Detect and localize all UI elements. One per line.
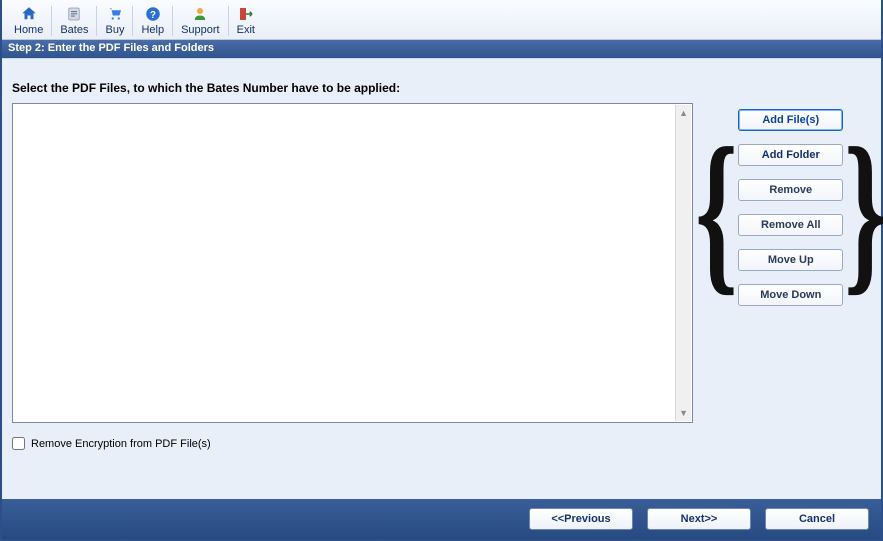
content-area: Select the PDF Files, to which the Bates… (2, 58, 881, 499)
help-label: Help (141, 24, 164, 36)
main-row: ▲ ▼ { Add File(s) Add Folder Remove Remo… (12, 103, 869, 423)
move-up-button[interactable]: Move Up (738, 249, 843, 271)
side-button-column: Add File(s) Add Folder Remove Remove All… (738, 103, 843, 312)
buy-icon (106, 5, 124, 23)
buy-button[interactable]: Buy (99, 3, 130, 39)
right-brace-icon: } (844, 101, 883, 321)
scroll-up-arrow-icon[interactable]: ▲ (676, 105, 692, 121)
move-down-button[interactable]: Move Down (738, 284, 843, 306)
scroll-down-arrow-icon[interactable]: ▼ (676, 405, 692, 421)
footer-bar: <<Previous Next>> Cancel (2, 499, 881, 539)
home-label: Home (14, 24, 43, 36)
bates-icon (65, 5, 83, 23)
toolbar-separator (51, 6, 52, 36)
home-button[interactable]: Home (8, 3, 49, 39)
side-button-panel: { Add File(s) Add Folder Remove Remove A… (713, 103, 869, 312)
next-button[interactable]: Next>> (647, 508, 751, 530)
help-icon: ? (144, 5, 162, 23)
remove-encryption-row[interactable]: Remove Encryption from PDF File(s) (12, 437, 869, 450)
toolbar-separator (132, 6, 133, 36)
listbox-scrollbar[interactable]: ▲ ▼ (675, 105, 691, 421)
remove-all-button[interactable]: Remove All (738, 214, 843, 236)
bates-label: Bates (60, 24, 88, 36)
file-listbox[interactable]: ▲ ▼ (12, 103, 693, 423)
left-brace-icon: { (695, 101, 738, 321)
support-label: Support (181, 24, 220, 36)
exit-label: Exit (237, 24, 255, 36)
bates-button[interactable]: Bates (54, 3, 94, 39)
toolbar: Home Bates Buy ? Help Support Exit (2, 0, 881, 40)
cancel-button[interactable]: Cancel (765, 508, 869, 530)
buy-label: Buy (105, 24, 124, 36)
step-title: Step 2: Enter the PDF Files and Folders (8, 42, 214, 54)
toolbar-separator (228, 6, 229, 36)
previous-button[interactable]: <<Previous (529, 508, 633, 530)
exit-button[interactable]: Exit (231, 3, 261, 39)
exit-icon (237, 5, 255, 23)
step-title-bar: Step 2: Enter the PDF Files and Folders (2, 40, 881, 58)
support-icon (191, 5, 209, 23)
remove-encryption-checkbox[interactable] (12, 437, 25, 450)
remove-encryption-label: Remove Encryption from PDF File(s) (31, 438, 211, 450)
remove-button[interactable]: Remove (738, 179, 843, 201)
toolbar-separator (96, 6, 97, 36)
svg-text:?: ? (150, 10, 156, 21)
instruction-text: Select the PDF Files, to which the Bates… (12, 81, 869, 95)
help-button[interactable]: ? Help (135, 3, 170, 39)
toolbar-separator (172, 6, 173, 36)
home-icon (20, 5, 38, 23)
add-folder-button[interactable]: Add Folder (738, 144, 843, 166)
add-files-button[interactable]: Add File(s) (738, 109, 843, 131)
support-button[interactable]: Support (175, 3, 226, 39)
